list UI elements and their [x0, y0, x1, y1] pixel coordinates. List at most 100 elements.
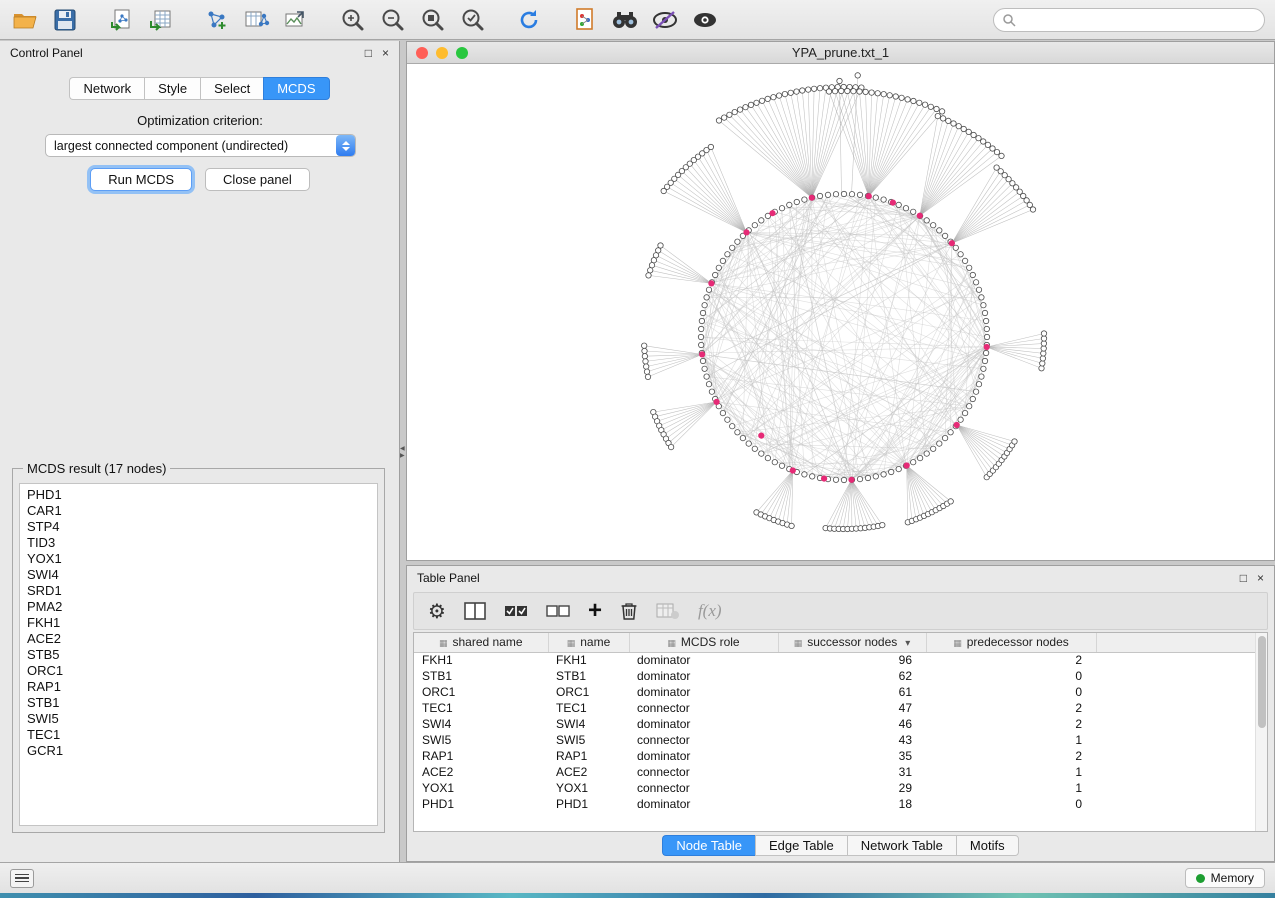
minimize-window-icon[interactable] [436, 47, 448, 59]
column-header-name[interactable]: ▦name [548, 633, 629, 652]
cell-MCDS-role: connector [629, 700, 778, 716]
table-row[interactable]: SWI5SWI5connector431 [414, 732, 1267, 748]
float-panel-icon[interactable]: □ [365, 47, 372, 59]
cell-filler [1096, 684, 1267, 700]
cell-name: ORC1 [548, 684, 629, 700]
add-column-button[interactable]: + [588, 598, 602, 624]
result-item[interactable]: STB5 [27, 647, 377, 663]
open-button[interactable] [10, 6, 40, 34]
control-panel-header: Control Panel □ × [0, 41, 399, 65]
column-header-predecessor-nodes[interactable]: ▦predecessor nodes [926, 633, 1096, 652]
bottom-tab-edge-table[interactable]: Edge Table [755, 835, 847, 856]
table-row[interactable]: ACE2ACE2connector311 [414, 764, 1267, 780]
import-network-button[interactable] [106, 6, 136, 34]
result-item[interactable]: TEC1 [27, 727, 377, 743]
scrollbar-thumb[interactable] [1258, 636, 1266, 728]
zoom-out-button[interactable] [378, 6, 408, 34]
bottom-tab-motifs[interactable]: Motifs [956, 835, 1019, 856]
result-item[interactable]: ORC1 [27, 663, 377, 679]
maximize-window-icon[interactable] [456, 47, 468, 59]
column-header-MCDS-role[interactable]: ▦MCDS role [629, 633, 778, 652]
close-panel-button[interactable]: Close panel [205, 168, 310, 191]
cell-shared-name: PHD1 [414, 796, 548, 812]
bottom-tab-node-table[interactable]: Node Table [662, 835, 755, 856]
table-row[interactable]: FKH1FKH1dominator962 [414, 652, 1267, 668]
run-mcds-button[interactable]: Run MCDS [90, 168, 192, 191]
close-table-panel-icon[interactable]: × [1257, 572, 1264, 584]
cell-successor-nodes: 31 [778, 764, 926, 780]
result-item[interactable]: CAR1 [27, 503, 377, 519]
column-header-shared-name[interactable]: ▦shared name [414, 633, 548, 652]
search-input[interactable] [1021, 13, 1256, 27]
table-row[interactable]: ORC1ORC1dominator610 [414, 684, 1267, 700]
unselect-all-button[interactable] [546, 598, 570, 624]
mcds-result-list[interactable]: PHD1CAR1STP4TID3YOX1SWI4SRD1PMA2FKH1ACE2… [19, 483, 378, 826]
result-item[interactable]: RAP1 [27, 679, 377, 695]
import-table-button[interactable] [146, 6, 176, 34]
status-bar: Memory [0, 862, 1275, 893]
save-button[interactable] [50, 6, 80, 34]
collapse-handle-icon[interactable]: ◀▶ [400, 446, 405, 460]
zoom-fit-button[interactable] [418, 6, 448, 34]
select-all-button[interactable] [504, 598, 528, 624]
network-titlebar[interactable]: YPA_prune.txt_1 [407, 42, 1274, 64]
show-columns-button[interactable] [464, 598, 486, 624]
tab-mcds[interactable]: MCDS [263, 77, 329, 100]
zoom-selected-button[interactable] [458, 6, 488, 34]
tab-select[interactable]: Select [200, 77, 263, 100]
cell-predecessor-nodes: 2 [926, 748, 1096, 764]
column-type-icon: ▦ [439, 638, 448, 648]
copy-to-clipboard-button[interactable] [570, 6, 600, 34]
tab-style[interactable]: Style [144, 77, 200, 100]
filter-button[interactable] [650, 6, 680, 34]
result-item[interactable]: TID3 [27, 535, 377, 551]
delete-column-button[interactable] [620, 598, 638, 624]
zoom-in-button[interactable] [338, 6, 368, 34]
export-image-button[interactable] [282, 6, 312, 34]
task-history-button[interactable] [10, 869, 34, 888]
cell-successor-nodes: 96 [778, 652, 926, 668]
memory-button[interactable]: Memory [1185, 868, 1265, 888]
search-network-button[interactable] [610, 6, 640, 34]
tab-network[interactable]: Network [69, 77, 144, 100]
bottom-tab-network-table[interactable]: Network Table [847, 835, 956, 856]
refresh-button[interactable] [514, 6, 544, 34]
result-item[interactable]: YOX1 [27, 551, 377, 567]
table-scrollbar[interactable] [1255, 633, 1267, 831]
clone-network-button[interactable] [242, 6, 272, 34]
table-row[interactable]: PHD1PHD1dominator180 [414, 796, 1267, 812]
result-item[interactable]: GCR1 [27, 743, 377, 759]
table-row[interactable]: TEC1TEC1connector472 [414, 700, 1267, 716]
cell-name: ACE2 [548, 764, 629, 780]
result-item[interactable]: SRD1 [27, 583, 377, 599]
network-canvas[interactable] [407, 65, 1274, 560]
cell-MCDS-role: dominator [629, 652, 778, 668]
result-item[interactable]: PMA2 [27, 599, 377, 615]
criterion-select[interactable]: largest connected component (undirected) [45, 134, 356, 157]
fx-icon: f(x) [698, 601, 722, 621]
close-panel-icon[interactable]: × [382, 47, 389, 59]
result-item[interactable]: SWI4 [27, 567, 377, 583]
table-row[interactable]: RAP1RAP1dominator352 [414, 748, 1267, 764]
result-item[interactable]: STB1 [27, 695, 377, 711]
result-item[interactable]: PHD1 [27, 487, 377, 503]
column-header-successor-nodes[interactable]: ▦successor nodes▾ [778, 633, 926, 652]
show-graphics-button[interactable] [690, 6, 720, 34]
table-row[interactable]: STB1STB1dominator620 [414, 668, 1267, 684]
result-item[interactable]: SWI5 [27, 711, 377, 727]
search-box[interactable] [993, 8, 1265, 32]
result-item[interactable]: ACE2 [27, 631, 377, 647]
result-item[interactable]: FKH1 [27, 615, 377, 631]
table-row[interactable]: YOX1YOX1connector291 [414, 780, 1267, 796]
cell-name: STB1 [548, 668, 629, 684]
cell-name: SWI4 [548, 716, 629, 732]
new-network-button[interactable] [202, 6, 232, 34]
table-row[interactable]: SWI4SWI4dominator462 [414, 716, 1267, 732]
control-panel-title: Control Panel [10, 46, 83, 60]
close-window-icon[interactable] [416, 47, 428, 59]
float-table-panel-icon[interactable]: □ [1240, 572, 1247, 584]
table-settings-button[interactable]: ⚙ [428, 598, 446, 624]
result-item[interactable]: STP4 [27, 519, 377, 535]
network-graph[interactable] [407, 65, 1274, 560]
cell-MCDS-role: dominator [629, 684, 778, 700]
